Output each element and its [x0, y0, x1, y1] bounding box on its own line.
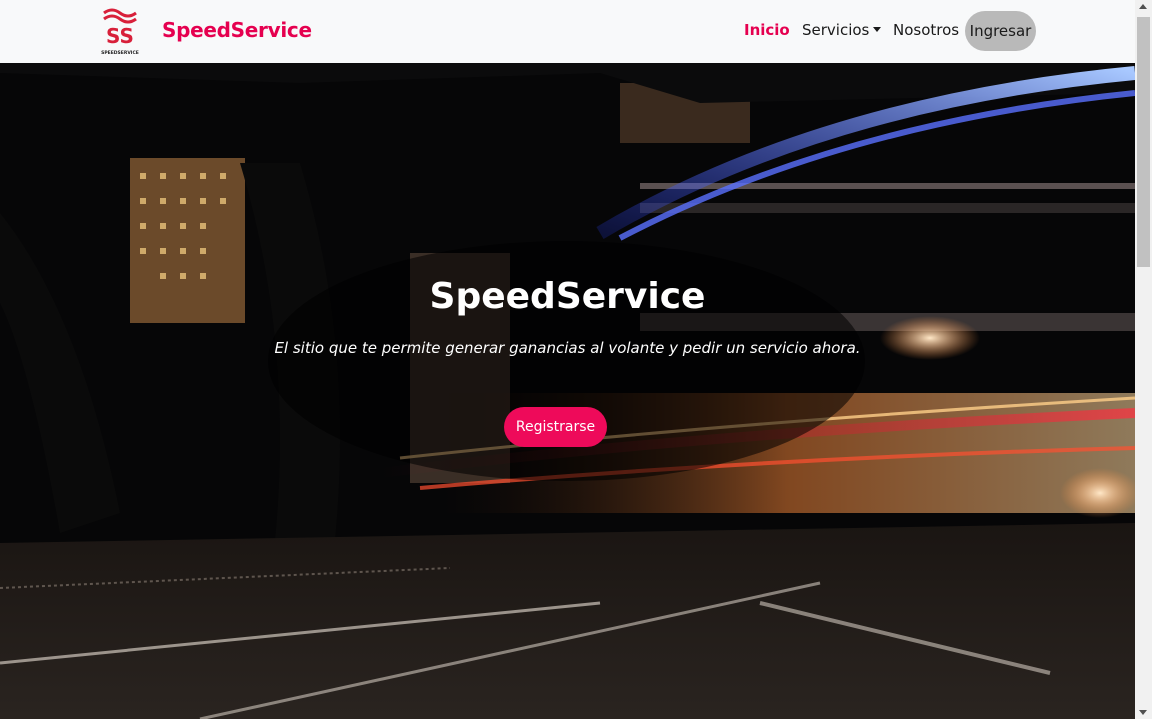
navbar: SS SPEEDSERVICE SpeedService Inicio Serv…: [0, 0, 1135, 63]
hero-subtitle: El sitio que te permite generar ganancia…: [274, 339, 861, 357]
nav-link-nosotros[interactable]: Nosotros: [893, 21, 959, 39]
vertical-scrollbar[interactable]: [1135, 0, 1152, 719]
hero-section: SpeedService El sitio que te permite gen…: [0, 63, 1135, 719]
brand-name[interactable]: SpeedService: [162, 18, 312, 42]
nav-dropdown-servicios[interactable]: Servicios: [802, 21, 882, 39]
speedservice-logo-icon[interactable]: SS SPEEDSERVICE: [100, 7, 140, 57]
svg-text:SS: SS: [106, 24, 134, 48]
scroll-down-arrow-icon[interactable]: [1139, 710, 1147, 715]
svg-text:SPEEDSERVICE: SPEEDSERVICE: [101, 50, 139, 56]
scroll-up-arrow-icon[interactable]: [1139, 4, 1147, 9]
nav-servicios-label: Servicios: [802, 21, 870, 39]
nav-link-inicio[interactable]: Inicio: [744, 21, 790, 39]
scrollbar-thumb[interactable]: [1137, 17, 1150, 267]
ingresar-button[interactable]: Ingresar: [965, 11, 1036, 51]
caret-down-icon: [873, 27, 882, 32]
hero-title: SpeedService: [429, 276, 706, 317]
registrarse-button[interactable]: Registrarse: [504, 407, 607, 447]
